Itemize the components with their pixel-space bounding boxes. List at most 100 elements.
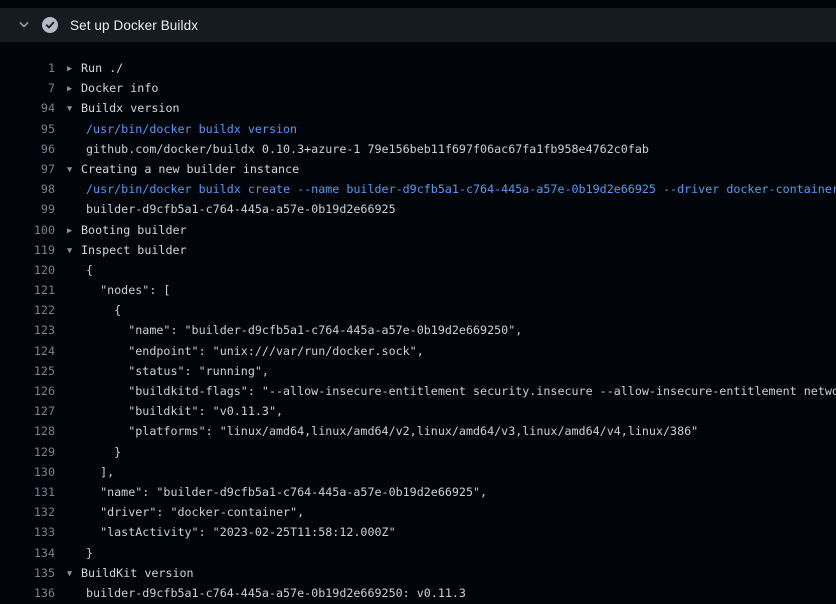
log-output-text: ], (67, 462, 836, 482)
line-number[interactable]: 130 (0, 462, 55, 482)
line-number[interactable]: 126 (0, 381, 55, 401)
line-number[interactable]: 119 (0, 240, 55, 260)
step-header[interactable]: Set up Docker Buildx (0, 8, 836, 42)
log-output-text: "nodes": [ (67, 280, 836, 300)
log-line: 1 ▶Run ./ (0, 58, 836, 78)
log-group-header[interactable]: ▼BuildKit version (67, 563, 836, 583)
triangle-collapsed-icon[interactable]: ▶ (67, 79, 81, 98)
line-number[interactable]: 136 (0, 583, 55, 603)
log-output-text: "endpoint": "unix:///var/run/docker.sock… (67, 341, 836, 361)
log-output-text: "name": "builder-d9cfb5a1-c764-445a-a57e… (67, 482, 836, 502)
line-number[interactable]: 99 (0, 199, 55, 219)
log-line: 134} (0, 543, 836, 563)
log-output-text: "status": "running", (67, 361, 836, 381)
line-number[interactable]: 98 (0, 179, 55, 199)
line-number[interactable]: 123 (0, 320, 55, 340)
line-number[interactable]: 134 (0, 543, 55, 563)
log-line: 135 ▼BuildKit version (0, 563, 836, 583)
log-group-header[interactable]: ▼Buildx version (67, 98, 836, 118)
log-line: 124 "endpoint": "unix:///var/run/docker.… (0, 341, 836, 361)
log-command-text: /usr/bin/docker buildx create --name bui… (67, 179, 836, 199)
log-line: 94 ▼Buildx version (0, 98, 836, 118)
log-output-text: "driver": "docker-container", (67, 502, 836, 522)
log-group-title: Creating a new builder instance (81, 162, 299, 176)
log-line: 123 "name": "builder-d9cfb5a1-c764-445a-… (0, 320, 836, 340)
log-line: 100 ▶Booting builder (0, 220, 836, 240)
line-number[interactable]: 124 (0, 341, 55, 361)
log-line: 119 ▼Inspect builder (0, 240, 836, 260)
line-number[interactable]: 125 (0, 361, 55, 381)
log-line: 120 { (0, 260, 836, 280)
log-group-header[interactable]: ▶Docker info (67, 78, 836, 98)
log-group-title: Booting builder (81, 223, 187, 237)
log-line: 7 ▶Docker info (0, 78, 836, 98)
log-group-title: Run ./ (81, 61, 123, 75)
line-number[interactable]: 1 (0, 58, 55, 78)
triangle-expanded-icon[interactable]: ▼ (67, 241, 81, 260)
log-group-title: BuildKit version (81, 566, 194, 580)
log-group-title: Docker info (81, 81, 158, 95)
log-line: 126 "buildkitd-flags": "--allow-insecure… (0, 381, 836, 401)
log-line: 132 "driver": "docker-container", (0, 502, 836, 522)
log-line: 128 "platforms": "linux/amd64,linux/amd6… (0, 421, 836, 441)
log-output-text: "lastActivity": "2023-02-25T11:58:12.000… (67, 522, 836, 542)
log-output-text: { (67, 300, 836, 320)
log-output-text: "platforms": "linux/amd64,linux/amd64/v2… (67, 421, 836, 441)
step-title: Set up Docker Buildx (70, 18, 198, 33)
log-group-header[interactable]: ▶Run ./ (67, 58, 836, 78)
triangle-collapsed-icon[interactable]: ▶ (67, 221, 81, 240)
log-output-text: builder-d9cfb5a1-c764-445a-a57e-0b19d2e6… (67, 199, 836, 219)
log-line: 131 "name": "builder-d9cfb5a1-c764-445a-… (0, 482, 836, 502)
log-line: 96 github.com/docker/buildx 0.10.3+azure-… (0, 139, 836, 159)
log-line: 127 "buildkit": "v0.11.3", (0, 401, 836, 421)
log-output-text: builder-d9cfb5a1-c764-445a-a57e-0b19d2e6… (67, 583, 836, 603)
log-line: 97 ▼Creating a new builder instance (0, 159, 836, 179)
log-output: 1▶Run ./7▶Docker info94▼Buildx version95… (0, 42, 836, 603)
line-number[interactable]: 127 (0, 401, 55, 421)
line-number[interactable]: 121 (0, 280, 55, 300)
triangle-expanded-icon[interactable]: ▼ (67, 99, 81, 118)
log-output-text: } (67, 442, 836, 462)
log-group-header[interactable]: ▶Booting builder (67, 220, 836, 240)
line-number[interactable]: 94 (0, 98, 55, 118)
log-line: 98/usr/bin/docker buildx create --name b… (0, 179, 836, 199)
log-line: 129 } (0, 442, 836, 462)
log-line: 133 "lastActivity": "2023-02-25T11:58:12… (0, 522, 836, 542)
line-number[interactable]: 131 (0, 482, 55, 502)
log-line: 95/usr/bin/docker buildx version (0, 119, 836, 139)
line-number[interactable]: 95 (0, 119, 55, 139)
line-number[interactable]: 132 (0, 502, 55, 522)
log-group-title: Buildx version (81, 101, 180, 115)
log-line: 99 builder-d9cfb5a1-c764-445a-a57e-0b19d2… (0, 199, 836, 219)
log-command-text: /usr/bin/docker buildx version (67, 119, 836, 139)
log-line: 130 ], (0, 462, 836, 482)
triangle-expanded-icon[interactable]: ▼ (67, 564, 81, 583)
log-line: 121 "nodes": [ (0, 280, 836, 300)
line-number[interactable]: 128 (0, 421, 55, 441)
line-number[interactable]: 129 (0, 442, 55, 462)
log-line: 136 builder-d9cfb5a1-c764-445a-a57e-0b19d… (0, 583, 836, 603)
line-number[interactable]: 133 (0, 522, 55, 542)
check-circle-icon (42, 17, 58, 33)
line-number[interactable]: 7 (0, 78, 55, 98)
line-number[interactable]: 97 (0, 159, 55, 179)
log-line: 125 "status": "running", (0, 361, 836, 381)
log-output-text: "name": "builder-d9cfb5a1-c764-445a-a57e… (67, 320, 836, 340)
log-line: 122 { (0, 300, 836, 320)
log-output-text: "buildkit": "v0.11.3", (67, 401, 836, 421)
line-number[interactable]: 100 (0, 220, 55, 240)
line-number[interactable]: 96 (0, 139, 55, 159)
log-group-title: Inspect builder (81, 243, 187, 257)
line-number[interactable]: 122 (0, 300, 55, 320)
line-number[interactable]: 135 (0, 563, 55, 583)
log-output-text: "buildkitd-flags": "--allow-insecure-ent… (67, 381, 836, 401)
log-output-text: } (67, 543, 836, 563)
triangle-expanded-icon[interactable]: ▼ (67, 160, 81, 179)
log-group-header[interactable]: ▼Creating a new builder instance (67, 159, 836, 179)
log-output-text: github.com/docker/buildx 0.10.3+azure-1 … (67, 139, 836, 159)
log-group-header[interactable]: ▼Inspect builder (67, 240, 836, 260)
triangle-collapsed-icon[interactable]: ▶ (67, 59, 81, 78)
log-output-text: { (67, 260, 836, 280)
line-number[interactable]: 120 (0, 260, 55, 280)
chevron-down-icon[interactable] (18, 19, 30, 31)
